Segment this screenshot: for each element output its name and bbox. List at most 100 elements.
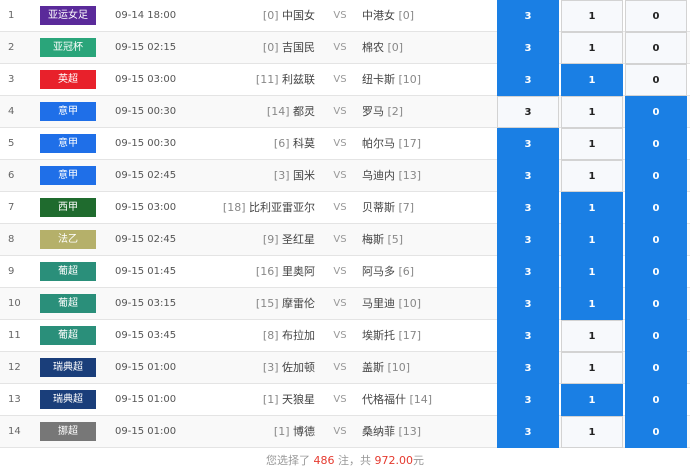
- option-draw-button[interactable]: 1: [561, 256, 623, 288]
- away-rank: [0]: [387, 41, 404, 54]
- league-badge[interactable]: 葡超: [40, 294, 96, 313]
- option-lose-button[interactable]: 0: [625, 96, 687, 128]
- home-name: 圣红星: [282, 233, 315, 246]
- league-badge[interactable]: 挪超: [40, 422, 96, 441]
- option-draw-button[interactable]: 1: [561, 352, 623, 384]
- option-draw-button[interactable]: 1: [561, 320, 623, 352]
- away-team: 棉农 [0]: [362, 32, 502, 63]
- away-name: 代格福什: [362, 393, 406, 406]
- match-row: 13 瑞典超 09-15 01:00 [1] 天狼星 VS 代格福什 [14] 3 1 0: [0, 384, 690, 416]
- option-draw-button[interactable]: 1: [561, 192, 623, 224]
- vs-label: VS: [333, 202, 347, 213]
- match-row: 8 法乙 09-15 02:45 [9] 圣红星 VS 梅斯 [5] 3 1 0: [0, 224, 690, 256]
- away-name: 棉农: [362, 41, 384, 54]
- option-win-button[interactable]: 3: [497, 128, 559, 160]
- option-draw-button[interactable]: 1: [561, 160, 623, 192]
- option-lose-button[interactable]: 0: [625, 224, 687, 256]
- league-badge[interactable]: 法乙: [40, 230, 96, 249]
- away-rank: [2]: [387, 105, 404, 118]
- league-badge[interactable]: 意甲: [40, 134, 96, 153]
- option-draw-button[interactable]: 1: [561, 224, 623, 256]
- option-lose-button[interactable]: 0: [625, 192, 687, 224]
- option-lose-button[interactable]: 0: [625, 352, 687, 384]
- away-team: 阿马多 [6]: [362, 256, 502, 287]
- vs-label: VS: [333, 298, 347, 309]
- option-lose-button[interactable]: 0: [625, 416, 687, 448]
- option-lose-button[interactable]: 0: [625, 384, 687, 416]
- option-lose-button[interactable]: 0: [625, 320, 687, 352]
- league-badge[interactable]: 西甲: [40, 198, 96, 217]
- league-badge[interactable]: 亚冠杯: [40, 38, 96, 57]
- option-win-button[interactable]: 3: [497, 64, 559, 96]
- home-team: [0] 吉国民: [165, 32, 315, 63]
- away-name: 梅斯: [362, 233, 384, 246]
- option-lose-button[interactable]: 0: [625, 288, 687, 320]
- league-badge[interactable]: 瑞典超: [40, 358, 96, 377]
- away-team: 乌迪内 [13]: [362, 160, 502, 191]
- option-win-button[interactable]: 3: [497, 192, 559, 224]
- option-win-button[interactable]: 3: [497, 288, 559, 320]
- home-team: [1] 天狼星: [165, 384, 315, 415]
- option-win-button[interactable]: 3: [497, 320, 559, 352]
- away-team: 帕尔马 [17]: [362, 128, 502, 159]
- option-win-button[interactable]: 3: [497, 0, 559, 32]
- away-team: 马里迪 [10]: [362, 288, 502, 319]
- league-badge[interactable]: 葡超: [40, 326, 96, 345]
- option-draw-button[interactable]: 1: [561, 288, 623, 320]
- option-draw-button[interactable]: 1: [561, 416, 623, 448]
- away-rank: [5]: [387, 233, 404, 246]
- option-win-button[interactable]: 3: [497, 256, 559, 288]
- league-badge[interactable]: 瑞典超: [40, 390, 96, 409]
- home-rank: [16]: [255, 265, 279, 278]
- summary-mid: 注，共: [334, 454, 375, 467]
- away-rank: [10]: [387, 361, 411, 374]
- option-win-button[interactable]: 3: [497, 32, 559, 64]
- away-team: 代格福什 [14]: [362, 384, 502, 415]
- away-team: 中港女 [0]: [362, 0, 502, 31]
- home-rank: [15]: [255, 297, 279, 310]
- option-lose-button[interactable]: 0: [625, 256, 687, 288]
- home-name: 佐加顿: [282, 361, 315, 374]
- vs-label: VS: [333, 74, 347, 85]
- home-rank: [3]: [273, 169, 290, 182]
- vs-label: VS: [333, 106, 347, 117]
- home-rank: [8]: [262, 329, 279, 342]
- total-amount: 972.00: [374, 454, 414, 467]
- league-badge[interactable]: 意甲: [40, 102, 96, 121]
- option-lose-button[interactable]: 0: [625, 160, 687, 192]
- option-lose-button[interactable]: 0: [625, 128, 687, 160]
- league-badge[interactable]: 亚运女足: [40, 6, 96, 25]
- option-lose-button[interactable]: 0: [625, 64, 687, 96]
- option-win-button[interactable]: 3: [497, 160, 559, 192]
- match-row: 1 亚运女足 09-14 18:00 [0] 中国女 VS 中港女 [0] 3 1 0: [0, 0, 690, 32]
- option-win-button[interactable]: 3: [497, 224, 559, 256]
- summary-suffix: 元: [413, 454, 424, 467]
- vs-label: VS: [333, 330, 347, 341]
- away-rank: [17]: [398, 137, 422, 150]
- home-rank: [14]: [266, 105, 290, 118]
- home-rank: [0]: [262, 41, 279, 54]
- option-draw-button[interactable]: 1: [561, 0, 623, 32]
- bet-count: 486: [313, 454, 335, 467]
- home-name: 比利亚雷亚尔: [249, 201, 315, 214]
- league-badge[interactable]: 意甲: [40, 166, 96, 185]
- league-badge[interactable]: 葡超: [40, 262, 96, 281]
- option-win-button[interactable]: 3: [497, 416, 559, 448]
- option-draw-button[interactable]: 1: [561, 32, 623, 64]
- home-name: 科莫: [293, 137, 315, 150]
- option-win-button[interactable]: 3: [497, 384, 559, 416]
- home-rank: [11]: [255, 73, 279, 86]
- option-lose-button[interactable]: 0: [625, 0, 687, 32]
- option-lose-button[interactable]: 0: [625, 32, 687, 64]
- match-table: 1 亚运女足 09-14 18:00 [0] 中国女 VS 中港女 [0] 3 1 0 2 亚冠杯 0…: [0, 0, 690, 448]
- match-row: 14 挪超 09-15 01:00 [1] 博德 VS 桑纳菲 [13] 3 1 0: [0, 416, 690, 448]
- home-team: [9] 圣红星: [165, 224, 315, 255]
- option-draw-button[interactable]: 1: [561, 96, 623, 128]
- option-draw-button[interactable]: 1: [561, 128, 623, 160]
- option-draw-button[interactable]: 1: [561, 384, 623, 416]
- away-name: 埃斯托: [362, 329, 395, 342]
- option-win-button[interactable]: 3: [497, 352, 559, 384]
- league-badge[interactable]: 英超: [40, 70, 96, 89]
- option-draw-button[interactable]: 1: [561, 64, 623, 96]
- option-win-button[interactable]: 3: [497, 96, 559, 128]
